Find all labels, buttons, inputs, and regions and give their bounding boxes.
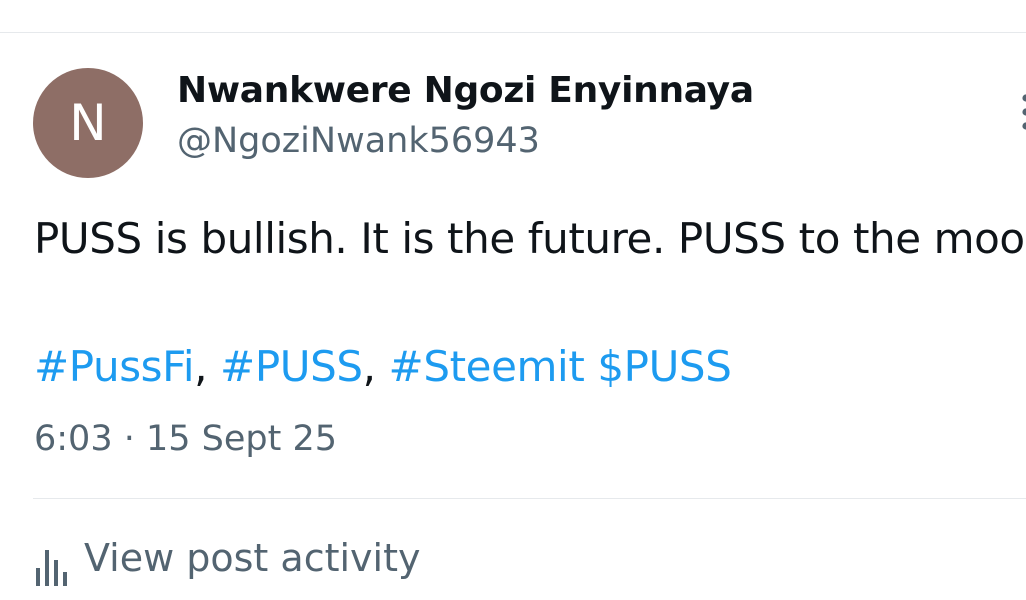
author-handle[interactable]: @NgoziNwank56943 xyxy=(177,121,540,161)
hashtag-puss[interactable]: #PUSS xyxy=(220,342,363,391)
view-post-activity-label: View post activity xyxy=(84,536,421,580)
view-post-activity-button[interactable]: View post activity xyxy=(34,536,420,596)
post-text: PUSS is bullish. It is the future. PUSS … xyxy=(34,214,1026,263)
hashtag-steemit-cashtag[interactable]: #Steemit $PUSS xyxy=(389,342,732,391)
post-hashtags: #PussFi, #PUSS, #Steemit $PUSS xyxy=(34,334,732,400)
avatar[interactable]: N xyxy=(33,68,143,178)
hashtag-separator: , xyxy=(194,342,221,391)
more-vertical-icon[interactable] xyxy=(1014,92,1026,132)
analytics-icon xyxy=(34,546,70,596)
author-display-name[interactable]: Nwankwere Ngozi Enyinnaya xyxy=(177,70,754,111)
post-timestamp[interactable]: 6:03 · 15 Sept 25 xyxy=(34,419,337,459)
divider xyxy=(33,498,1026,499)
hashtag-pussfi[interactable]: #PussFi xyxy=(34,342,195,391)
top-divider xyxy=(0,32,1026,33)
avatar-initial: N xyxy=(69,94,107,152)
hashtag-separator: , xyxy=(362,342,389,391)
